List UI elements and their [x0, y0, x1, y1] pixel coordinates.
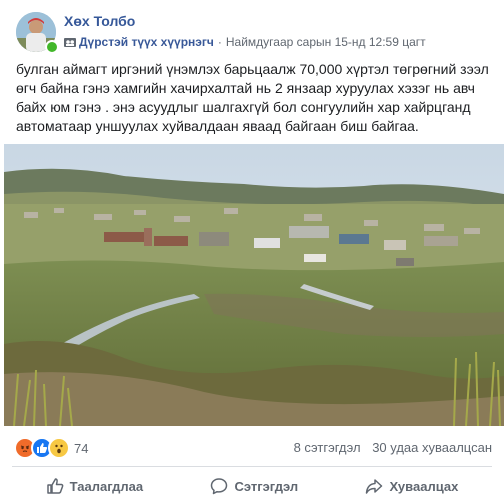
- post-timestamp[interactable]: Наймдугаар сарын 15-нд 12:59 цагт: [226, 35, 426, 49]
- meta-separator: ·: [217, 35, 222, 49]
- like-button[interactable]: Таалагдлаа: [46, 477, 143, 495]
- action-divider: [12, 466, 492, 467]
- post-header: Хөх Толбо Дүрстэй түүх хүүрнэгч · Наймду…: [0, 0, 504, 58]
- wow-reaction-icon: [48, 437, 70, 459]
- comment-count[interactable]: 8 сэтгэгдэл: [294, 440, 361, 455]
- like-button-label: Таалагдлаа: [69, 478, 144, 494]
- share-count[interactable]: 30 удаа хуваалцсан: [372, 440, 492, 455]
- online-status-dot: [45, 40, 59, 54]
- comment-icon: [211, 478, 228, 495]
- post-text: булган аймагт иргэний үнэмлэх барьцаалж …: [16, 61, 489, 134]
- comment-button[interactable]: Сэтгэгдэл: [210, 477, 298, 495]
- comment-button-label: Сэтгэгдэл: [234, 478, 299, 494]
- post-stats: 8 сэтгэгдэл 30 удаа хуваалцсан: [294, 440, 492, 455]
- share-arrow-icon: [366, 479, 383, 494]
- author-name[interactable]: Хөх Толбо: [64, 13, 135, 29]
- group-icon: [64, 38, 76, 47]
- share-button-label: Хуваалцах: [389, 478, 459, 494]
- post-actions: Таалагдлаа Сэтгэгдэл Хуваалцах: [12, 470, 492, 502]
- post-photo[interactable]: [4, 144, 504, 426]
- group-name[interactable]: Дүрстэй түүх хүүрнэгч: [79, 35, 214, 49]
- reaction-count[interactable]: 74: [74, 441, 88, 456]
- share-button[interactable]: Хуваалцах: [365, 477, 458, 495]
- post-meta: Дүрстэй түүх хүүрнэгч · Наймдугаар сарын…: [64, 35, 426, 49]
- reaction-summary[interactable]: 74: [14, 437, 88, 459]
- thumbs-up-icon: [46, 478, 64, 494]
